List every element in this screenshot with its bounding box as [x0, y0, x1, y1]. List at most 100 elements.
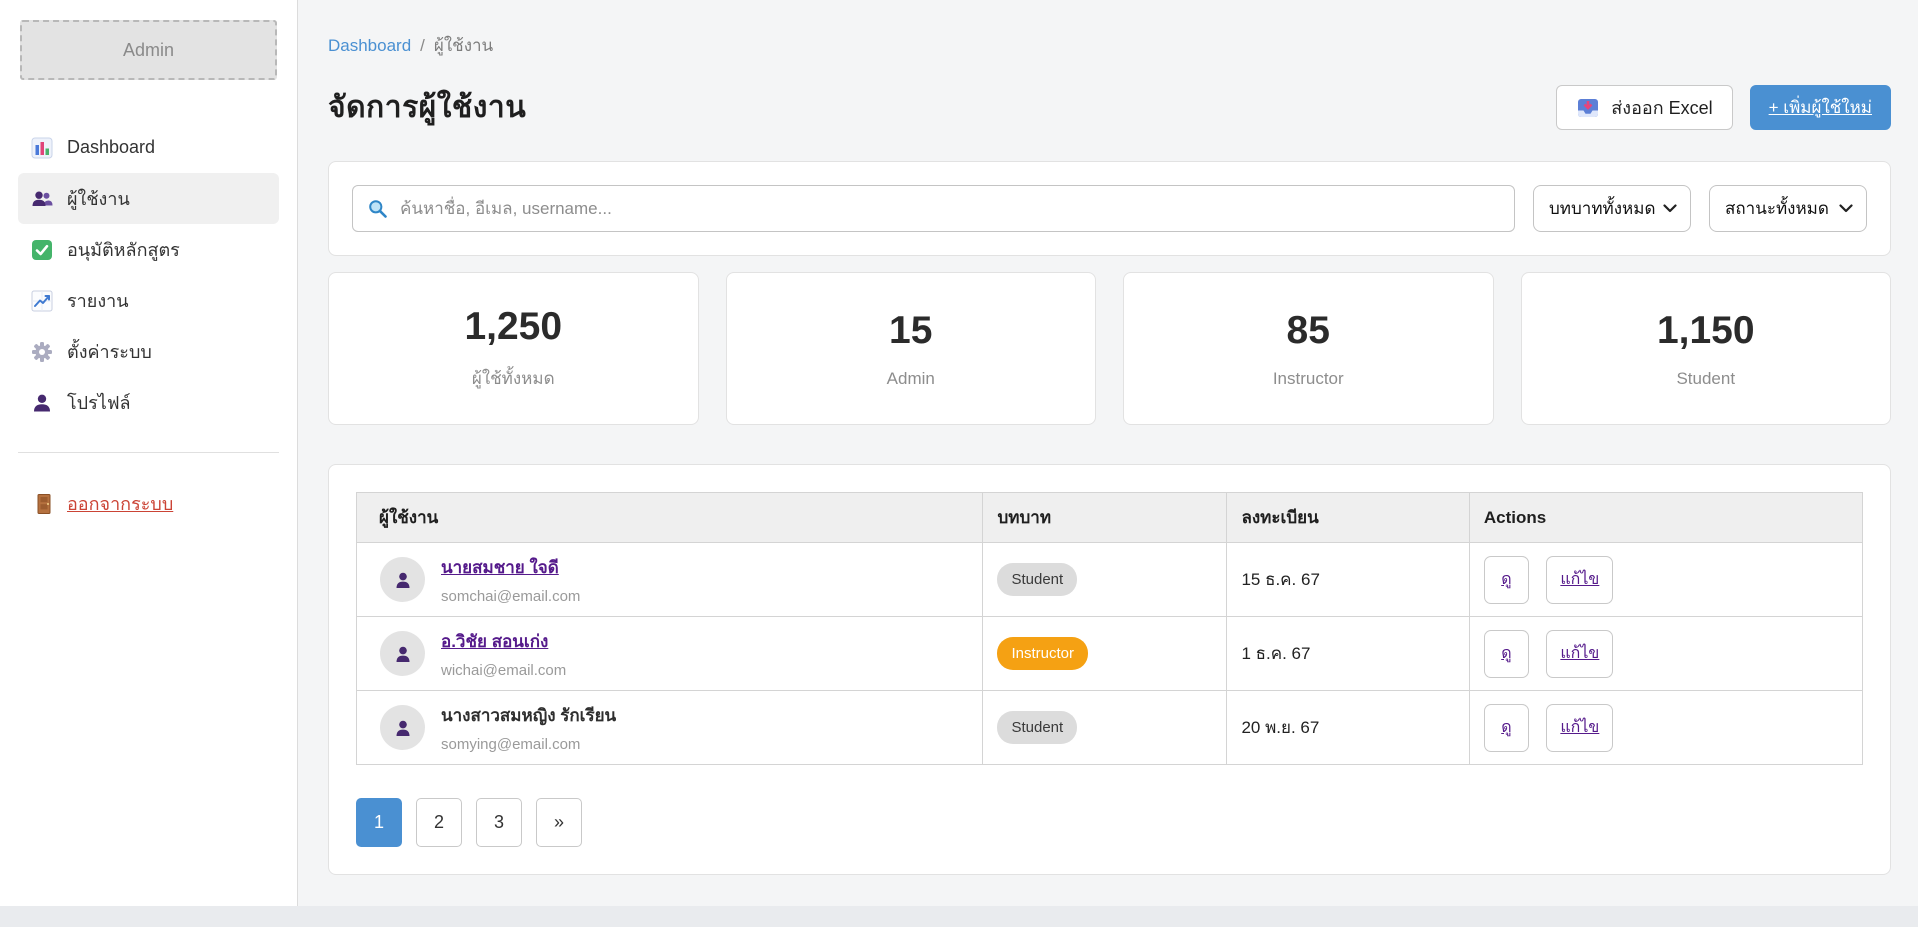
search-input[interactable] — [352, 185, 1515, 232]
stat-value: 1,250 — [464, 305, 562, 349]
stat-card-student: 1,150 Student — [1521, 272, 1892, 425]
page-header: จัดการผู้ใช้งาน ส่งออก Excel + เพิ่มผู้ใ… — [328, 84, 1891, 131]
avatar — [380, 557, 425, 602]
pagination-page-2[interactable]: 2 — [416, 798, 462, 847]
logout-label: ออกจากระบบ — [67, 489, 173, 518]
user-cell: นางสาวสมหญิง รักเรียน somying@email.com — [371, 702, 968, 753]
stat-value: 1,150 — [1657, 309, 1755, 353]
header-actions: ส่งออก Excel + เพิ่มผู้ใช้ใหม่ — [1556, 85, 1891, 130]
user-email: somying@email.com — [441, 736, 616, 753]
stats-row: 1,250 ผู้ใช้ทั้งหมด 15 Admin 85 Instruct… — [328, 272, 1891, 425]
filter-bar: บทบาททั้งหมด สถานะทั้งหมด — [328, 161, 1891, 256]
registered-date: 1 ธ.ค. 67 — [1241, 644, 1310, 663]
header-registered: ลงทะเบียน — [1227, 493, 1469, 543]
breadcrumb-separator: / — [420, 36, 425, 56]
bar-chart-icon — [31, 137, 53, 159]
user-name-text: นางสาวสมหญิง รักเรียน — [441, 706, 616, 725]
download-tray-icon — [1576, 96, 1600, 120]
status-filter-select[interactable]: สถานะทั้งหมด — [1709, 185, 1867, 232]
role-badge: Instructor — [997, 637, 1088, 670]
edit-button[interactable]: แก้ไข — [1546, 556, 1613, 604]
app-logo-label: Admin — [123, 40, 174, 61]
table-row: อ.วิชัย สอนเก่ง wichai@email.com Instruc… — [357, 617, 1863, 691]
header-actions: Actions — [1469, 493, 1862, 543]
stat-value: 15 — [889, 309, 932, 353]
sidebar-divider — [18, 452, 279, 453]
sidebar-item-settings[interactable]: ตั้งค่าระบบ — [18, 326, 279, 377]
chevron-down-icon — [1839, 204, 1853, 213]
header-role: บทบาท — [983, 493, 1227, 543]
sidebar-item-course-approval[interactable]: อนุมัติหลักสูตร — [18, 224, 279, 275]
registered-date: 15 ธ.ค. 67 — [1241, 570, 1319, 589]
breadcrumb-current: ผู้ใช้งาน — [434, 32, 493, 59]
user-name-link[interactable]: อ.วิชัย สอนเก่ง — [441, 632, 548, 651]
user-email: wichai@email.com — [441, 662, 566, 679]
user-cell: อ.วิชัย สอนเก่ง wichai@email.com — [371, 628, 968, 679]
table-row: นายสมชาย ใจดี somchai@email.com Student … — [357, 543, 1863, 617]
role-filter-value: บทบาททั้งหมด — [1549, 195, 1656, 222]
app-window: Admin Dashboard ผู้ใช้งาน อนุมัติหลักสูต… — [0, 0, 1918, 906]
chevron-down-icon — [1663, 204, 1677, 213]
users-table: ผู้ใช้งาน บทบาท ลงทะเบียน Actions — [356, 492, 1863, 765]
export-excel-label: ส่งออก Excel — [1611, 93, 1712, 122]
pagination-page-3[interactable]: 3 — [476, 798, 522, 847]
check-square-icon — [31, 239, 53, 261]
page-title: จัดการผู้ใช้งาน — [328, 84, 526, 131]
sidebar-item-label: ผู้ใช้งาน — [67, 184, 130, 213]
stat-label: Admin — [887, 369, 935, 389]
sidebar-item-dashboard[interactable]: Dashboard — [18, 122, 279, 173]
table-row: นางสาวสมหญิง รักเรียน somying@email.com … — [357, 691, 1863, 765]
stat-card-admin: 15 Admin — [726, 272, 1097, 425]
search-field-wrap — [352, 185, 1515, 232]
pagination: 1 2 3 » — [356, 798, 1863, 847]
user-cell: นายสมชาย ใจดี somchai@email.com — [371, 554, 968, 605]
export-excel-button[interactable]: ส่งออก Excel — [1556, 85, 1732, 130]
pagination-page-1[interactable]: 1 — [356, 798, 402, 847]
breadcrumb-dashboard-link[interactable]: Dashboard — [328, 36, 411, 56]
sidebar-item-label: Dashboard — [67, 137, 155, 158]
view-button[interactable]: ดู — [1484, 630, 1529, 678]
stat-card-instructor: 85 Instructor — [1123, 272, 1494, 425]
stat-value: 85 — [1287, 309, 1330, 353]
sidebar-item-reports[interactable]: รายงาน — [18, 275, 279, 326]
search-icon — [367, 198, 388, 219]
logout-link[interactable]: ออกจากระบบ — [34, 489, 173, 518]
add-user-label: + เพิ่มผู้ใช้ใหม่ — [1769, 94, 1872, 121]
role-badge: Student — [997, 563, 1077, 596]
view-button[interactable]: ดู — [1484, 704, 1529, 752]
edit-button[interactable]: แก้ไข — [1546, 704, 1613, 752]
breadcrumb: Dashboard / ผู้ใช้งาน — [328, 32, 1891, 59]
sidebar-item-users[interactable]: ผู้ใช้งาน — [18, 173, 279, 224]
stat-card-total-users: 1,250 ผู้ใช้ทั้งหมด — [328, 272, 699, 425]
main-content: Dashboard / ผู้ใช้งาน จัดการผู้ใช้งาน ส่… — [298, 0, 1918, 906]
pagination-next[interactable]: » — [536, 798, 582, 847]
edit-button[interactable]: แก้ไข — [1546, 630, 1613, 678]
registered-date: 20 พ.ย. 67 — [1241, 718, 1319, 737]
user-email: somchai@email.com — [441, 588, 580, 605]
sidebar-item-profile[interactable]: โปรไฟล์ — [18, 377, 279, 428]
line-chart-icon — [31, 290, 53, 312]
person-icon — [31, 392, 53, 414]
stat-label: Student — [1676, 369, 1735, 389]
role-filter-select[interactable]: บทบาททั้งหมด — [1533, 185, 1691, 232]
role-badge: Student — [997, 711, 1077, 744]
table-header-row: ผู้ใช้งาน บทบาท ลงทะเบียน Actions — [357, 493, 1863, 543]
stat-label: Instructor — [1273, 369, 1344, 389]
door-icon — [34, 493, 56, 515]
sidebar-item-label: โปรไฟล์ — [67, 388, 131, 417]
user-name-link[interactable]: นายสมชาย ใจดี — [441, 558, 559, 577]
users-table-card: ผู้ใช้งาน บทบาท ลงทะเบียน Actions — [328, 464, 1891, 875]
sidebar-item-label: ตั้งค่าระบบ — [67, 337, 152, 366]
gear-icon — [31, 341, 53, 363]
sidebar-nav: Dashboard ผู้ใช้งาน อนุมัติหลักสูตร รายง… — [0, 122, 297, 428]
app-logo: Admin — [20, 20, 277, 80]
stat-label: ผู้ใช้ทั้งหมด — [472, 365, 555, 392]
sidebar: Admin Dashboard ผู้ใช้งาน อนุมัติหลักสูต… — [0, 0, 298, 906]
avatar — [380, 705, 425, 750]
header-user: ผู้ใช้งาน — [357, 493, 983, 543]
add-user-button[interactable]: + เพิ่มผู้ใช้ใหม่ — [1750, 85, 1891, 130]
avatar — [380, 631, 425, 676]
users-icon — [31, 188, 53, 210]
sidebar-item-label: อนุมัติหลักสูตร — [67, 235, 180, 264]
view-button[interactable]: ดู — [1484, 556, 1529, 604]
